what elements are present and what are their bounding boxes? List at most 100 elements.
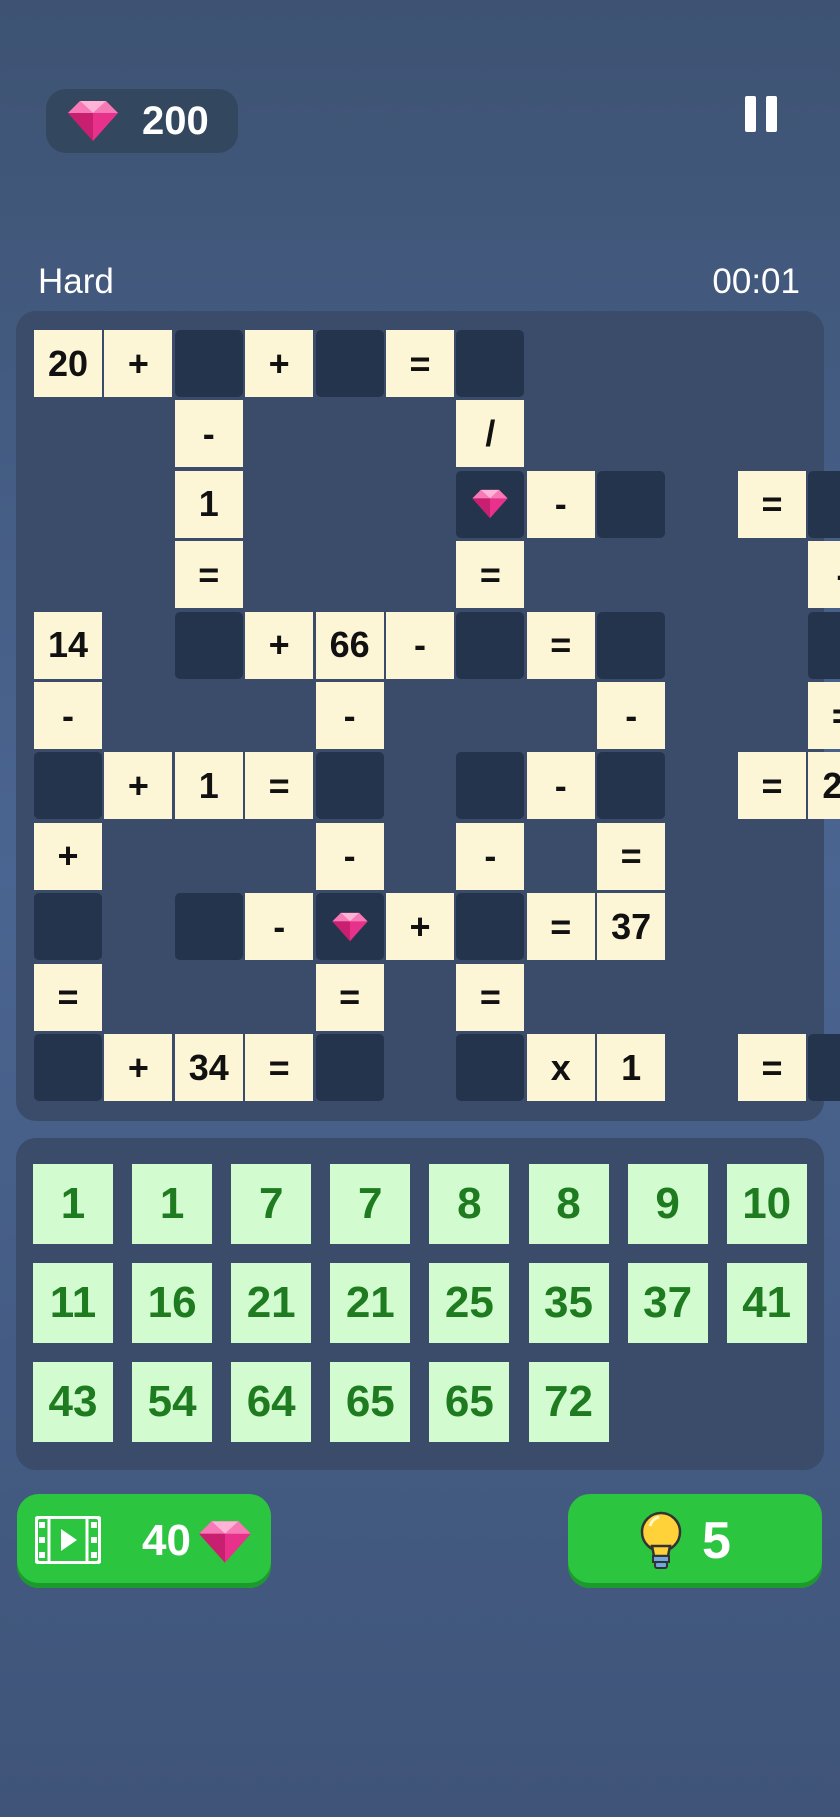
board-cell: + <box>104 1034 173 1101</box>
empty-cell[interactable] <box>597 752 666 820</box>
hint-button[interactable]: 5 <box>568 1494 822 1588</box>
board-cell: = <box>386 330 454 397</box>
difficulty-label: Hard <box>38 262 114 301</box>
number-tile[interactable]: 72 <box>528 1362 609 1442</box>
board-cell: = <box>34 963 102 1031</box>
empty-cell[interactable] <box>34 1034 102 1101</box>
empty-cell[interactable] <box>808 1034 840 1101</box>
board-cell: - <box>526 752 595 820</box>
empty-cell[interactable] <box>174 611 243 679</box>
board-cell: - <box>456 822 525 890</box>
empty-cell[interactable] <box>808 470 840 538</box>
board-cell: 34 <box>174 1034 243 1101</box>
number-tile[interactable]: 8 <box>528 1164 609 1244</box>
number-tile[interactable]: 7 <box>330 1164 411 1244</box>
board-cell: - <box>315 682 384 749</box>
board-cell: - <box>34 682 102 749</box>
board-cell: 1 <box>174 470 243 538</box>
gem-cell[interactable] <box>315 893 384 961</box>
board-cell: = <box>245 752 314 820</box>
board-cell: - <box>245 893 314 961</box>
number-tile[interactable]: 11 <box>33 1263 113 1343</box>
board-cell: x <box>526 1034 595 1101</box>
gem-balance: 200 <box>46 89 238 153</box>
number-tile[interactable]: 1 <box>132 1164 213 1244</box>
empty-cell[interactable] <box>34 893 102 961</box>
empty-cell[interactable] <box>456 893 525 961</box>
empty-cell[interactable] <box>456 752 525 820</box>
board-cell: + <box>245 611 314 679</box>
board-cell: = <box>526 611 595 679</box>
board-cell: 14 <box>34 611 102 679</box>
film-play-icon <box>35 1516 101 1564</box>
number-tile[interactable]: 64 <box>231 1362 312 1442</box>
empty-cell[interactable] <box>808 611 840 679</box>
empty-cell[interactable] <box>456 611 525 679</box>
board-cell: + <box>34 822 102 890</box>
number-tile[interactable]: 35 <box>528 1263 609 1343</box>
board-cell: = <box>174 541 243 609</box>
empty-cell[interactable] <box>315 752 384 820</box>
board-cell: = <box>597 822 666 890</box>
number-tile[interactable]: 16 <box>132 1263 213 1343</box>
board-cell: + <box>386 893 454 961</box>
number-tile[interactable]: 41 <box>726 1263 807 1343</box>
number-tile[interactable]: 9 <box>627 1164 708 1244</box>
empty-cell[interactable] <box>597 611 666 679</box>
empty-cell[interactable] <box>174 330 243 397</box>
board-cell: 20 <box>34 330 102 397</box>
pink-gem-icon <box>332 912 368 941</box>
number-tile[interactable]: 10 <box>726 1164 807 1244</box>
board-cell: = <box>738 470 806 538</box>
empty-cell[interactable] <box>315 330 384 397</box>
hint-count: 5 <box>702 1512 731 1570</box>
number-tile[interactable]: 1 <box>33 1164 113 1244</box>
number-tile[interactable]: 37 <box>627 1263 708 1343</box>
number-tile[interactable]: 25 <box>429 1263 510 1343</box>
watch-video-button[interactable]: 40 <box>17 1494 271 1588</box>
empty-cell[interactable] <box>597 470 666 538</box>
number-tray: 1 1 7 7 8 8 9 10 11 16 21 21 25 35 37 41 43 54 64 65 65 72 <box>16 1138 824 1470</box>
puzzle-board: 20++=-/1-===-14+66-=---=+1=-=29+--=-+=37… <box>16 311 840 1121</box>
empty-cell[interactable] <box>456 330 525 397</box>
number-tile[interactable]: 7 <box>231 1164 312 1244</box>
pause-icon <box>745 96 756 132</box>
board-cell: = <box>456 963 525 1031</box>
number-tile[interactable]: 8 <box>429 1164 510 1244</box>
board-cell: - <box>526 470 595 538</box>
board-cell: = <box>738 1034 806 1101</box>
number-tile[interactable]: 21 <box>330 1263 411 1343</box>
board-cell: = <box>456 541 525 609</box>
board-cell: - <box>386 611 454 679</box>
number-tile[interactable]: 54 <box>132 1362 213 1442</box>
board-cell: + <box>104 752 173 820</box>
pink-gem-icon <box>199 1521 251 1563</box>
board-cell: + <box>245 330 314 397</box>
board-cell: - <box>174 400 243 468</box>
number-tile[interactable]: 65 <box>330 1362 411 1442</box>
board-cell: = <box>245 1034 314 1101</box>
gem-count: 200 <box>142 99 209 143</box>
gem-cell[interactable] <box>456 470 525 538</box>
board-cell: 29 <box>808 752 840 820</box>
board-cell: - <box>808 541 840 609</box>
video-reward: 40 <box>142 1516 191 1565</box>
number-tile[interactable]: 43 <box>33 1362 113 1442</box>
board-cell: - <box>597 682 666 749</box>
empty-cell[interactable] <box>174 893 243 961</box>
board-cell: + <box>104 330 173 397</box>
board-cell: = <box>526 893 595 961</box>
number-tile[interactable]: 65 <box>429 1362 510 1442</box>
board-cell: = <box>315 963 384 1031</box>
board-cell: = <box>808 682 840 749</box>
empty-cell[interactable] <box>315 1034 384 1101</box>
board-cell: 1 <box>174 752 243 820</box>
timer: 00:01 <box>712 262 800 301</box>
lightbulb-icon <box>640 1511 682 1569</box>
pink-gem-icon <box>472 490 508 519</box>
pause-button[interactable] <box>745 96 777 132</box>
board-cell: = <box>738 752 806 820</box>
number-tile[interactable]: 21 <box>231 1263 312 1343</box>
empty-cell[interactable] <box>456 1034 525 1101</box>
empty-cell[interactable] <box>34 752 102 820</box>
